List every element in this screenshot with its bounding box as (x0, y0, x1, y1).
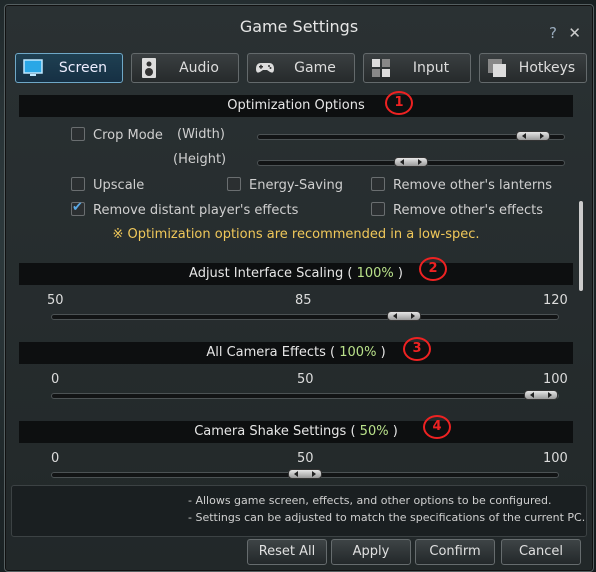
window-title: Game Settings (239, 17, 359, 36)
game-settings-window: Game Settings ? ✕ Screen Audio Game Inpu… (4, 4, 594, 572)
energy-saving-checkbox[interactable] (227, 177, 241, 191)
crop-mode-option[interactable]: Crop Mode (71, 127, 163, 143)
energy-saving-option[interactable]: Energy-Saving (227, 177, 343, 193)
section-camera-effects-header: All Camera Effects ( 100% ) (19, 342, 573, 364)
section-optimization-header: Optimization Options (19, 95, 573, 117)
interface-scaling-slider[interactable] (51, 311, 559, 321)
crop-height-slider[interactable] (257, 157, 565, 167)
info-line: - Settings can be adjusted to match the … (188, 511, 586, 524)
slider-thumb[interactable] (524, 390, 558, 400)
crop-mode-label: Crop Mode (93, 128, 163, 143)
camera-shake-slider[interactable] (51, 469, 559, 479)
remove-distant-option[interactable]: Remove distant player's effects (71, 200, 299, 218)
tick-label-max: 100 (543, 451, 568, 466)
slider-thumb[interactable] (288, 469, 322, 479)
tab-label: Input (412, 60, 450, 76)
remove-others-label: Remove other's effects (393, 203, 543, 218)
annotation-marker: 4 (423, 415, 451, 439)
tick-label-mid: 50 (297, 372, 314, 387)
scrollbar-thumb[interactable] (579, 201, 583, 291)
settings-panel: Optimization Options 1 Crop Mode (Width)… (15, 89, 587, 479)
info-line: - Allows game screen, effects, and other… (188, 494, 552, 507)
tick-label-min: 50 (47, 293, 64, 308)
tick-label-max: 100 (543, 372, 568, 387)
annotation-marker: 3 (403, 337, 431, 361)
tab-screen[interactable]: Screen (15, 53, 123, 83)
info-box: - Allows game screen, effects, and other… (11, 485, 587, 537)
section-title: Camera Shake Settings (194, 424, 347, 439)
cancel-button[interactable]: Cancel (501, 539, 581, 565)
tick-label-min: 0 (51, 372, 60, 387)
tab-input[interactable]: Input (363, 53, 471, 83)
tick-label-mid: 50 (297, 451, 314, 466)
help-icon[interactable]: ? (549, 24, 557, 42)
remove-distant-label: Remove distant player's effects (93, 203, 299, 218)
speaker-icon (142, 58, 156, 78)
remove-lanterns-option[interactable]: Remove other's lanterns (371, 177, 552, 193)
slider-thumb[interactable] (516, 131, 550, 141)
upscale-checkbox[interactable] (71, 177, 85, 191)
slider-thumb[interactable] (394, 157, 428, 167)
tab-game[interactable]: Game (247, 53, 355, 83)
upscale-label: Upscale (93, 178, 145, 193)
tick-label-mid: 85 (295, 293, 312, 308)
section-title: All Camera Effects (206, 345, 326, 360)
tab-label: Hotkeys (518, 60, 576, 76)
reset-all-button[interactable]: Reset All (247, 539, 327, 565)
tab-audio[interactable]: Audio (131, 53, 239, 83)
section-camera-shake-header: Camera Shake Settings ( 50% ) (19, 421, 573, 443)
upscale-option[interactable]: Upscale (71, 177, 144, 193)
slider-thumb[interactable] (387, 311, 421, 321)
section-interface-scaling-header: Adjust Interface Scaling ( 100% ) (19, 263, 573, 285)
remove-others-checkbox[interactable] (371, 202, 385, 216)
camera-shake-value: 50% (359, 424, 389, 439)
confirm-button[interactable]: Confirm (415, 539, 495, 565)
monitor-icon (23, 59, 43, 76)
remove-lanterns-checkbox[interactable] (371, 177, 385, 191)
crop-width-slider[interactable] (257, 131, 565, 141)
optimization-note: ※ Optimization options are recommended i… (112, 227, 480, 242)
tick-label-min: 0 (51, 451, 60, 466)
crop-width-label: (Width) (177, 127, 225, 142)
window-icon (488, 59, 506, 77)
camera-effects-slider[interactable] (51, 390, 559, 400)
remove-lanterns-label: Remove other's lanterns (393, 178, 553, 193)
tab-label: Game (294, 60, 336, 76)
keyboard-icon (372, 59, 390, 77)
tab-label: Screen (58, 60, 108, 76)
camera-effects-value: 100% (339, 345, 377, 360)
interface-scaling-value: 100% (356, 266, 394, 281)
energy-saving-label: Energy-Saving (249, 178, 343, 193)
tab-label: Audio (179, 60, 219, 76)
section-title: Adjust Interface Scaling (189, 266, 344, 281)
remove-distant-checkbox[interactable] (71, 200, 85, 216)
apply-button[interactable]: Apply (331, 539, 411, 565)
close-icon[interactable]: ✕ (568, 24, 581, 42)
settings-tabs: Screen Audio Game Input Hotkeys (15, 53, 587, 85)
section-title: Optimization Options (227, 98, 365, 113)
crop-height-label: (Height) (173, 152, 227, 167)
annotation-marker: 2 (419, 257, 447, 281)
crop-mode-checkbox[interactable] (71, 127, 85, 141)
gamepad-icon (256, 63, 274, 73)
annotation-marker: 1 (385, 91, 413, 115)
tick-label-max: 120 (543, 293, 568, 308)
tab-hotkeys[interactable]: Hotkeys (479, 53, 587, 83)
remove-others-option[interactable]: Remove other's effects (371, 202, 543, 218)
